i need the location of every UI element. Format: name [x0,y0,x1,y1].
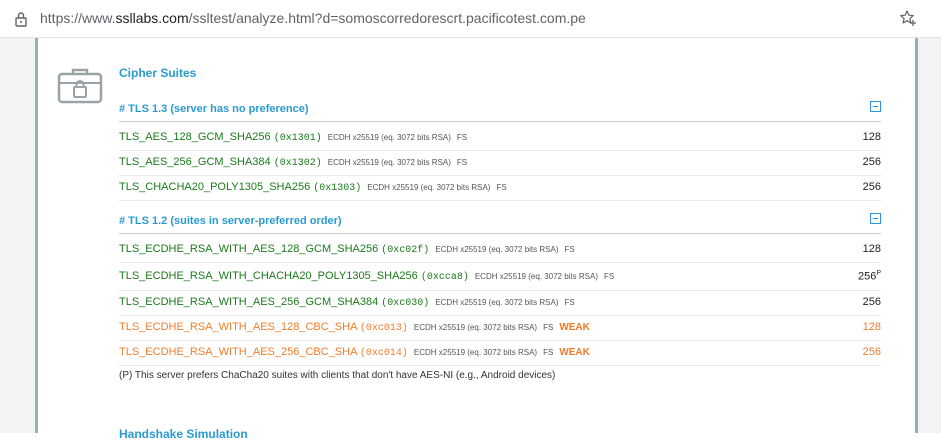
key-exchange: ECDH x25519 (eq. 3072 bits RSA) [435,298,559,307]
toolbox-lock-icon [57,68,103,104]
bits-value: 256 [862,181,881,193]
cipher-name: TLS_AES_256_GCM_SHA384 (0x1302) ECDH x255… [119,156,467,169]
key-bits: 256 [863,346,881,358]
key-bits: 256P [858,270,881,283]
forward-secrecy: FS [543,348,554,357]
next-section-title[interactable]: Handshake Simulation [119,427,248,441]
cipher-name: TLS_ECDHE_RSA_WITH_AES_128_CBC_SHA (0xc0… [119,321,590,334]
cipher-row: TLS_ECDHE_RSA_WITH_AES_256_CBC_SHA (0xc0… [119,340,881,366]
cipher-code: (0xc030) [381,298,430,309]
cipher-suite: TLS_CHACHA20_POLY1305_SHA256 [119,181,311,193]
key-exchange: ECDH x25519 (eq. 3072 bits RSA) [367,183,491,192]
bits-value: 256 [862,156,881,168]
cipher-suite: TLS_ECDHE_RSA_WITH_AES_128_GCM_SHA256 [119,243,379,255]
cipher-row: TLS_ECDHE_RSA_WITH_CHACHA20_POLY1305_SHA… [119,262,881,291]
forward-secrecy: FS [496,183,507,192]
url-path: /ssltest/analyze.html?d=somoscorredoresc… [188,10,586,26]
cipher-suite: TLS_ECDHE_RSA_WITH_AES_128_CBC_SHA [119,321,357,333]
key-exchange: ECDH x25519 (eq. 3072 bits RSA) [435,245,559,254]
cipher-code: (0xc014) [359,348,408,359]
bits-value: 256 [857,270,877,283]
key-exchange: ECDH x25519 (eq. 3072 bits RSA) [327,133,451,142]
cipher-name: TLS_ECDHE_RSA_WITH_CHACHA20_POLY1305_SHA… [119,270,614,283]
cipher-name: TLS_AES_128_GCM_SHA256 (0x1301) ECDH x255… [119,131,467,144]
key-exchange: ECDH x25519 (eq. 3072 bits RSA) [327,158,451,167]
collapse-icon[interactable] [870,101,881,112]
forward-secrecy: FS [456,158,468,167]
bits-value: 256 [862,346,881,358]
star-add-icon[interactable] [899,9,917,27]
key-exchange: ECDH x25519 (eq. 3072 bits RSA) [474,272,599,281]
forward-secrecy: FS [564,245,575,254]
section-title: Cipher Suites [119,66,197,80]
url-host: ssllabs.com [115,10,189,26]
bits-footnote-mark: P [876,270,881,277]
url-prefix: https://www. [40,10,116,26]
cipher-name: TLS_ECDHE_RSA_WITH_AES_256_CBC_SHA (0xc0… [119,346,590,359]
cipher-name: TLS_CHACHA20_POLY1305_SHA256 (0x1303) ECD… [119,181,507,194]
cipher-row: TLS_CHACHA20_POLY1305_SHA256 (0x1303) ECD… [119,175,881,201]
cipher-suite: TLS_ECDHE_RSA_WITH_AES_256_CBC_SHA [119,346,357,358]
cipher-code: (0xc013) [359,323,408,334]
bits-value: 128 [862,321,881,333]
cipher-code: (0xc02f) [381,245,430,256]
cipher-suite: TLS_AES_128_GCM_SHA256 [119,131,271,143]
key-bits: 128 [863,243,881,255]
group-header: # TLS 1.2 (suites in server-preferred or… [119,213,881,234]
cipher-suite: TLS_ECDHE_RSA_WITH_AES_256_GCM_SHA384 [119,296,379,308]
key-exchange: ECDH x25519 (eq. 3072 bits RSA) [413,348,538,357]
cipher-name: TLS_ECDHE_RSA_WITH_AES_128_GCM_SHA256 (0… [119,243,575,256]
collapse-icon[interactable] [870,213,881,224]
footnote: (P) This server prefers ChaCha20 suites … [119,370,556,381]
key-bits: 256 [863,296,881,308]
cipher-name: TLS_ECDHE_RSA_WITH_AES_256_GCM_SHA384 (0… [119,296,575,309]
cipher-row: TLS_ECDHE_RSA_WITH_AES_256_GCM_SHA384 (0… [119,290,881,316]
group-title: # TLS 1.2 (suites in server-preferred or… [119,215,342,227]
group-header: # TLS 1.3 (server has no preference) [119,101,881,122]
url-text[interactable]: https://www.ssllabs.com/ssltest/analyze.… [40,10,586,26]
key-bits: 256 [863,156,881,168]
key-exchange: ECDH x25519 (eq. 3072 bits RSA) [413,323,538,332]
lock-icon[interactable] [14,11,28,27]
cipher-code: (0xcca8) [420,272,469,283]
cipher-suite: TLS_AES_256_GCM_SHA384 [119,156,271,168]
bits-value: 256 [862,296,881,308]
cipher-suite: TLS_ECDHE_RSA_WITH_CHACHA20_POLY1305_SHA… [119,270,418,282]
forward-secrecy: FS [543,323,554,332]
group-title: # TLS 1.3 (server has no preference) [119,103,309,115]
cipher-row: TLS_ECDHE_RSA_WITH_AES_128_GCM_SHA256 (0… [119,237,881,263]
key-bits: 256 [863,181,881,193]
cipher-row: TLS_AES_128_GCM_SHA256 (0x1301) ECDH x255… [119,125,881,151]
weak-badge: WEAK [559,347,590,358]
forward-secrecy: FS [604,272,615,281]
cipher-row: TLS_ECDHE_RSA_WITH_AES_128_CBC_SHA (0xc0… [119,315,881,341]
address-bar[interactable]: https://www.ssllabs.com/ssltest/analyze.… [0,0,941,38]
cipher-code: (0x1301) [273,133,322,144]
bits-value: 128 [862,243,881,255]
cipher-code: (0x1303) [313,183,362,194]
key-bits: 128 [863,131,881,143]
cipher-code: (0x1302) [273,158,322,169]
forward-secrecy: FS [564,298,575,307]
bits-value: 128 [862,131,881,143]
forward-secrecy: FS [456,133,468,142]
weak-badge: WEAK [559,322,590,333]
key-bits: 128 [863,321,881,333]
cipher-row: TLS_AES_256_GCM_SHA384 (0x1302) ECDH x255… [119,150,881,176]
